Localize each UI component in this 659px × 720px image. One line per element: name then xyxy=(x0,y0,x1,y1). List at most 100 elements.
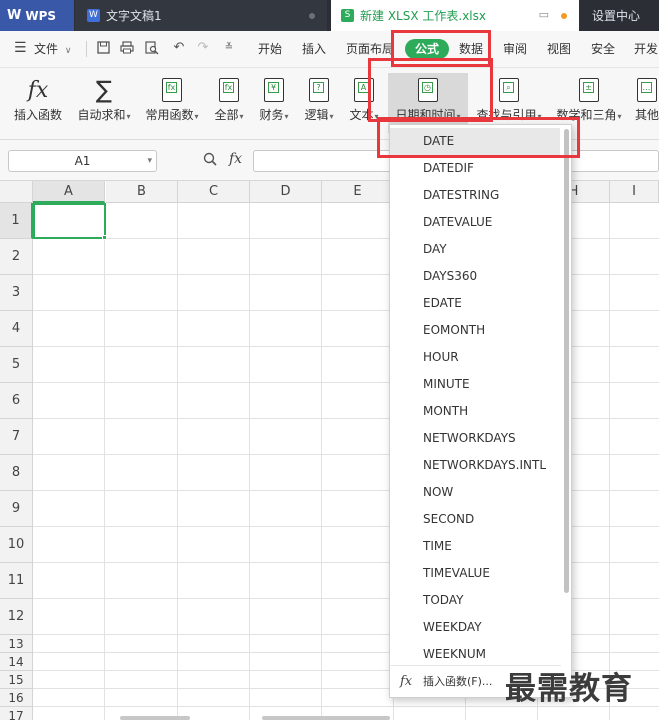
function-menu-item[interactable]: NETWORKDAYS.INTL xyxy=(390,452,560,479)
tab-document[interactable]: W 文字文稿1 xyxy=(75,0,327,31)
sheet-scrollbar[interactable] xyxy=(120,716,190,720)
search-function-icon[interactable] xyxy=(203,152,217,170)
menu-file[interactable]: 文件 ∨ xyxy=(34,40,71,57)
function-menu-item[interactable]: DATEVALUE xyxy=(390,209,560,236)
autosum-button[interactable]: ∑ 自动求和▾ xyxy=(73,73,135,133)
function-menu-item[interactable]: DATEDIF xyxy=(390,155,560,182)
row-header[interactable]: 17 xyxy=(0,707,33,720)
print-icon[interactable] xyxy=(120,41,134,55)
function-menu-item[interactable]: DAY xyxy=(390,236,560,263)
fx-icon[interactable]: fx xyxy=(229,151,242,167)
row-header[interactable]: 10 xyxy=(0,527,33,563)
common-functions-button[interactable]: fx 常用函数▾ xyxy=(141,73,203,133)
row-header[interactable]: 7 xyxy=(0,419,33,455)
row-header[interactable]: 13 xyxy=(0,635,33,653)
all-functions-icon: fx xyxy=(209,73,249,107)
insert-function-button[interactable]: fx 插入函数 xyxy=(8,73,68,133)
menu-view[interactable]: 视图 xyxy=(547,40,571,57)
text-book-icon: A xyxy=(344,73,384,107)
separator xyxy=(86,41,87,57)
row-header[interactable]: 5 xyxy=(0,347,33,383)
function-menu-item[interactable]: NOW xyxy=(390,479,560,506)
hamburger-icon[interactable]: ☰ xyxy=(14,40,27,56)
unsaved-dot-icon xyxy=(561,13,567,19)
sheet-scrollbar[interactable] xyxy=(262,716,390,720)
math-book-icon: ± xyxy=(552,73,626,107)
tab-close-dot-icon[interactable] xyxy=(309,13,315,19)
row-header[interactable]: 16 xyxy=(0,689,33,707)
row-header[interactable]: 3 xyxy=(0,275,33,311)
title-tab-bar: W WPS W 文字文稿1 S 新建 XLSX 工作表.xlsx ▭ 设置中心 xyxy=(0,0,659,31)
menu-page-layout[interactable]: 页面布局 xyxy=(346,40,394,57)
column-header[interactable]: B xyxy=(106,181,178,203)
function-menu-item[interactable]: HOUR xyxy=(390,344,560,371)
column-header[interactable]: C xyxy=(178,181,250,203)
more-chevron-icon[interactable]: ≚ xyxy=(222,41,236,55)
function-menu-item[interactable]: EOMONTH xyxy=(390,317,560,344)
function-menu-item[interactable]: TIME xyxy=(390,533,560,560)
settings-center-tab[interactable]: 设置中心 xyxy=(582,0,659,31)
function-menu-item[interactable]: TODAY xyxy=(390,587,560,614)
print-preview-icon[interactable] xyxy=(145,41,159,55)
logic-functions-button[interactable]: ? 逻辑▾ xyxy=(299,73,339,133)
function-menu-item[interactable]: DAYS360 xyxy=(390,263,560,290)
chevron-down-icon[interactable]: ▾ xyxy=(147,151,152,171)
grid-line xyxy=(249,203,250,720)
undo-icon[interactable]: ↶ xyxy=(172,41,186,55)
menu-developer[interactable]: 开发 xyxy=(634,40,658,57)
row-header[interactable]: 8 xyxy=(0,455,33,491)
other-book-icon: … xyxy=(632,73,659,107)
row-header[interactable]: 9 xyxy=(0,491,33,527)
column-header[interactable]: I xyxy=(610,181,659,203)
question-book-icon: ? xyxy=(299,73,339,107)
datetime-function-dropdown: DATE DATEDIF DATESTRING DATEVALUE DAY DAYS360… xyxy=(389,124,572,698)
tab-wps-home[interactable]: W WPS xyxy=(0,0,74,31)
menu-formula[interactable]: 公式 xyxy=(405,39,449,59)
row-header[interactable]: 2 xyxy=(0,239,33,275)
row-header[interactable]: 4 xyxy=(0,311,33,347)
menu-data[interactable]: 数据 xyxy=(459,40,483,57)
selected-cell[interactable] xyxy=(33,203,106,239)
function-menu-item[interactable]: TIMEVALUE xyxy=(390,560,560,587)
other-functions-button[interactable]: … 其他 xyxy=(632,73,659,133)
menu-security[interactable]: 安全 xyxy=(591,40,615,57)
function-menu-item[interactable]: MONTH xyxy=(390,398,560,425)
row-header[interactable]: 12 xyxy=(0,599,33,635)
column-header[interactable]: E xyxy=(322,181,394,203)
grid-line xyxy=(609,203,610,720)
function-menu-item[interactable]: SECOND xyxy=(390,506,560,533)
function-menu-item[interactable]: DATE xyxy=(390,128,560,155)
name-box[interactable]: A1 ▾ xyxy=(8,150,157,172)
row-header[interactable]: 1 xyxy=(0,203,33,239)
menu-start[interactable]: 开始 xyxy=(258,40,282,57)
watermark: 最需教育 xyxy=(505,671,633,707)
save-icon[interactable] xyxy=(96,41,110,55)
dropdown-scrollbar[interactable] xyxy=(564,129,569,593)
row-header[interactable]: 15 xyxy=(0,671,33,689)
monitor-icon[interactable]: ▭ xyxy=(539,8,549,21)
redo-icon[interactable]: ↷ xyxy=(196,41,210,55)
menu-review[interactable]: 审阅 xyxy=(503,40,527,57)
row-header[interactable]: 11 xyxy=(0,563,33,599)
sigma-icon: ∑ xyxy=(95,76,113,104)
function-menu-item[interactable]: EDATE xyxy=(390,290,560,317)
function-menu-item[interactable]: MINUTE xyxy=(390,371,560,398)
menu-insert[interactable]: 插入 xyxy=(302,40,326,57)
function-menu-item[interactable]: DATESTRING xyxy=(390,182,560,209)
row-header[interactable]: 6 xyxy=(0,383,33,419)
chevron-down-icon: ∨ xyxy=(64,46,72,56)
fill-handle[interactable] xyxy=(102,235,107,240)
row-header[interactable]: 14 xyxy=(0,653,33,671)
column-header[interactable]: D xyxy=(250,181,322,203)
text-functions-button[interactable]: A 文本▾ xyxy=(344,73,384,133)
select-all-corner[interactable] xyxy=(0,181,33,203)
function-menu-item[interactable]: WEEKDAY xyxy=(390,614,560,641)
function-menu-item[interactable]: NETWORKDAYS xyxy=(390,425,560,452)
settings-center-label: 设置中心 xyxy=(592,9,641,23)
tab-spreadsheet[interactable]: S 新建 XLSX 工作表.xlsx ▭ xyxy=(331,0,579,31)
grid-line xyxy=(321,203,322,720)
all-functions-button[interactable]: fx 全部▾ xyxy=(209,73,249,133)
wps-logo-icon: W xyxy=(7,8,22,23)
finance-functions-button[interactable]: ¥ 财务▾ xyxy=(254,73,294,133)
column-header[interactable]: A xyxy=(33,181,105,203)
